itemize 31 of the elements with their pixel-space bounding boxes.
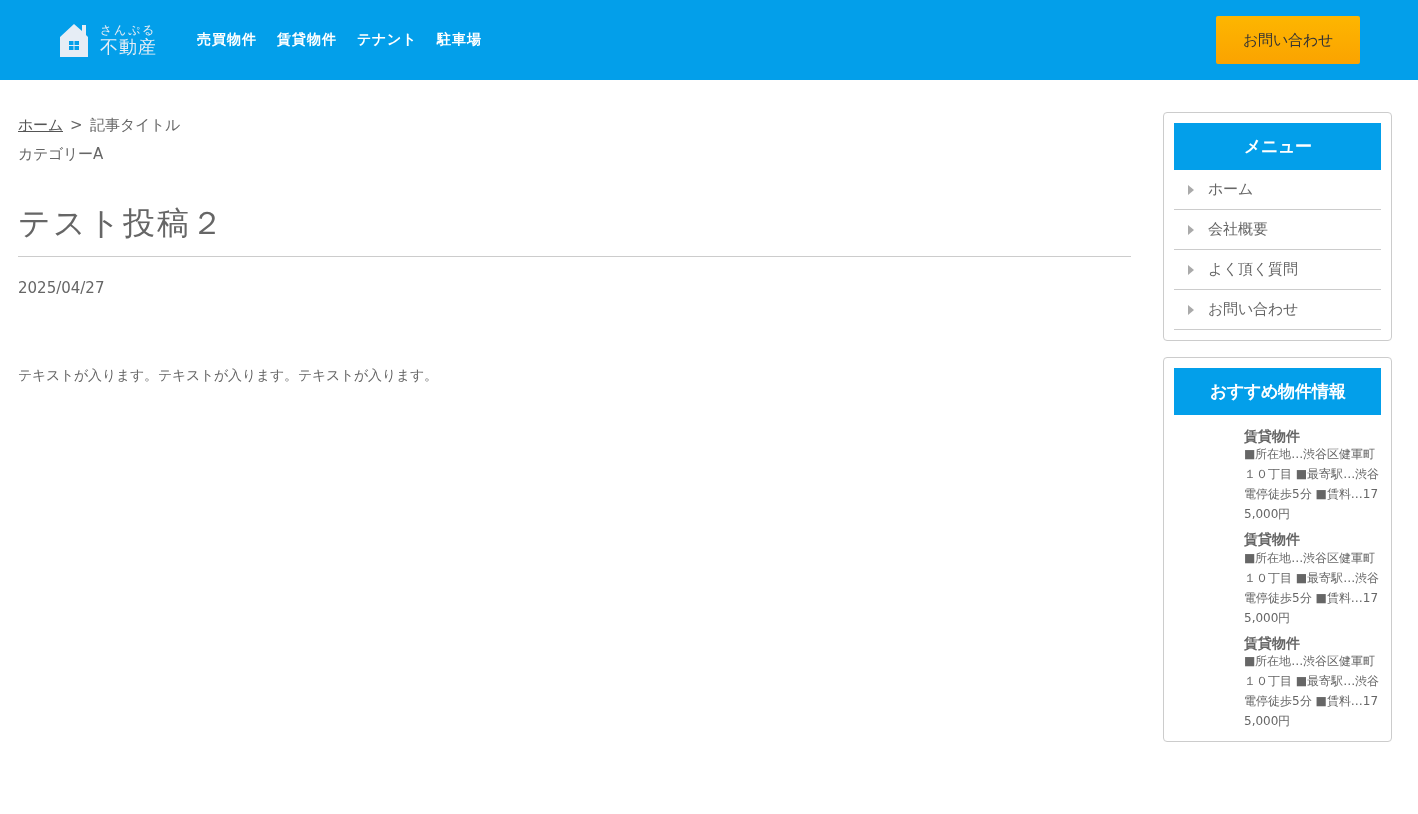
- menu-item[interactable]: 会社概要: [1174, 210, 1381, 250]
- triangle-icon: [1188, 264, 1194, 275]
- property-description: ■所在地…渋谷区健軍町１０丁目 ■最寄駅…渋谷電停徒歩5分 ■賃料…175,000円: [1244, 549, 1381, 627]
- menu-item[interactable]: よく頂く質問: [1174, 250, 1381, 290]
- breadcrumb-separator: >: [70, 116, 83, 135]
- house-icon: [58, 21, 90, 59]
- property-title[interactable]: 賃貸物件: [1244, 635, 1381, 652]
- breadcrumb-current: 記事タイトル: [89, 116, 180, 135]
- property-description: ■所在地…渋谷区健軍町１０丁目 ■最寄駅…渋谷電停徒歩5分 ■賃料…175,000円: [1244, 653, 1381, 731]
- article-date: 2025/04/27: [18, 279, 106, 297]
- category-label: カテゴリーA: [18, 145, 105, 164]
- breadcrumb-home-link[interactable]: ホーム: [18, 116, 63, 135]
- triangle-icon: [1188, 224, 1194, 235]
- logo-title: 不動産: [100, 36, 157, 57]
- property-description: ■所在地…渋谷区健軍町１０丁目 ■最寄駅…渋谷電停徒歩5分 ■賃料…175,000円: [1244, 446, 1381, 524]
- property-title[interactable]: 賃貸物件: [1244, 429, 1381, 445]
- nav-link[interactable]: 賃貸物件: [277, 31, 337, 49]
- property-title[interactable]: 賃貸物件: [1244, 532, 1381, 548]
- triangle-icon: [1188, 304, 1194, 315]
- nav-link[interactable]: 売買物件: [197, 31, 257, 49]
- widget-heading: おすすめ物件情報: [1174, 368, 1381, 415]
- article-body: テキストが入ります。テキストが入ります。テキストが入ります。: [18, 367, 439, 385]
- triangle-icon: [1188, 184, 1194, 195]
- article-title: テスト投稿２: [18, 202, 1131, 257]
- menu-item[interactable]: ホーム: [1174, 170, 1381, 210]
- logo-subtitle: さんぷる: [100, 23, 157, 37]
- widget-heading: メニュー: [1174, 123, 1381, 170]
- menu-item[interactable]: お問い合わせ: [1174, 290, 1381, 330]
- contact-button[interactable]: お問い合わせ: [1216, 16, 1360, 64]
- nav-link[interactable]: テナント: [357, 31, 417, 49]
- nav-link[interactable]: 駐車場: [437, 31, 482, 49]
